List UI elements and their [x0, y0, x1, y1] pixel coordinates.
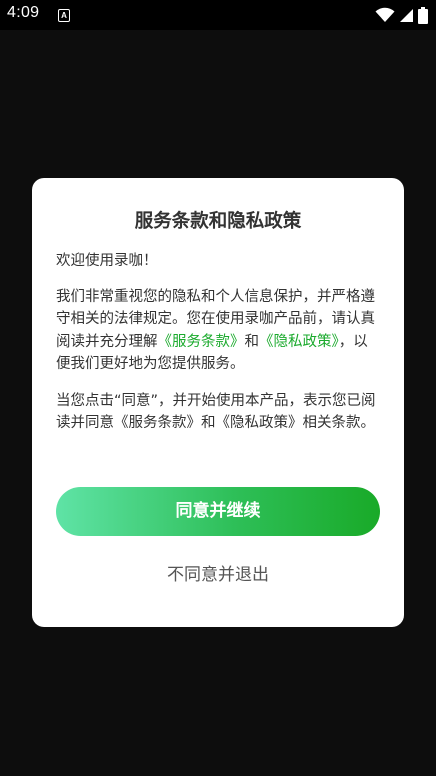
- wifi-icon: [375, 7, 395, 23]
- dialog-body: 欢迎使用录咖！ 我们非常重视您的隐私和个人信息保护，并严格遵守相关的法律规定。您…: [56, 250, 378, 449]
- status-time: 4:09: [7, 4, 40, 21]
- screen: 4:09 A 服务条款和隐私政策 欢迎使用录咖！ 我们非常重视您的隐私和个人信息…: [0, 0, 436, 776]
- privacy-policy-link[interactable]: 《隐私政策》: [259, 334, 339, 350]
- welcome-text: 欢迎使用录咖！: [56, 253, 158, 269]
- privacy-paragraph: 我们非常重视您的隐私和个人信息保护，并严格遵守相关的法律规定。您在使用录咖产品前…: [56, 286, 378, 376]
- status-bar: 4:09 A: [0, 0, 436, 30]
- battery-icon: [418, 6, 428, 24]
- conjunction-text: 和: [244, 333, 260, 350]
- dialog-title: 服务条款和隐私政策: [134, 211, 302, 232]
- cell-signal-icon: [399, 7, 414, 23]
- disagree-and-exit-button[interactable]: 不同意并退出: [32, 560, 404, 585]
- agree-and-continue-button[interactable]: 同意并继续: [56, 487, 380, 536]
- privacy-dialog: 服务条款和隐私政策 欢迎使用录咖！ 我们非常重视您的隐私和个人信息保护，并严格遵…: [32, 178, 404, 627]
- notification-app-icon: A: [58, 9, 70, 22]
- terms-of-service-link[interactable]: 《服务条款》: [158, 334, 245, 350]
- consent-paragraph: 当您点击“同意”，并开始使用本产品，表示您已阅读并同意《服务条款》和《隐私政策》…: [56, 392, 376, 432]
- status-icons: [375, 6, 428, 24]
